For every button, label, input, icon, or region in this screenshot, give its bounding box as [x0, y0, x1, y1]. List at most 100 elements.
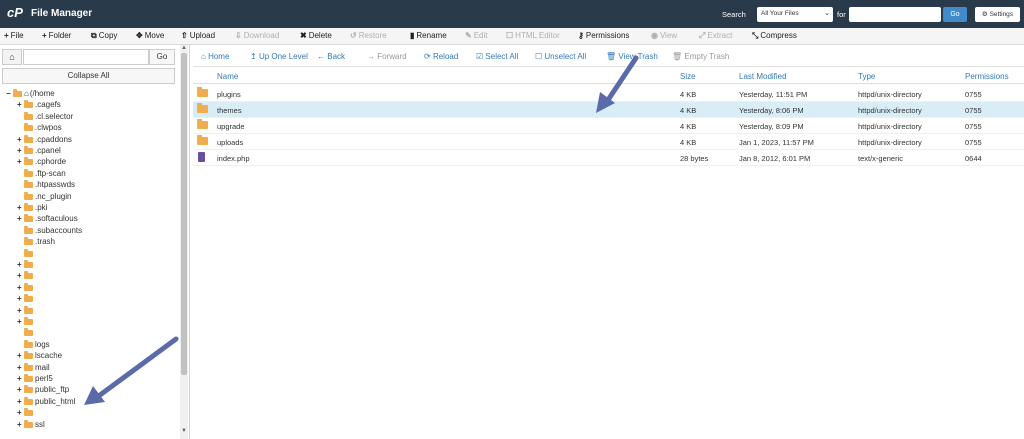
- tree-item[interactable]: .htpasswds: [17, 180, 75, 191]
- tree-item[interactable]: + public_html: [17, 396, 75, 408]
- expand-icon[interactable]: +: [17, 363, 24, 372]
- expand-icon[interactable]: +: [17, 351, 24, 360]
- nav-home-button[interactable]: ⌂ Home: [201, 52, 229, 61]
- tree-item[interactable]: + .pki: [17, 203, 47, 214]
- expand-icon[interactable]: +: [17, 100, 24, 109]
- tree-item[interactable]: +: [17, 271, 35, 282]
- table-row[interactable]: themes 4 KB Yesterday, 8:06 PM httpd/unix-d…: [193, 102, 1024, 118]
- html-editor-button[interactable]: ☐ HTML Editor: [506, 31, 560, 40]
- tree-item[interactable]: + .softaculous: [17, 214, 78, 225]
- expand-icon[interactable]: +: [17, 317, 24, 326]
- tree-item[interactable]: logs: [17, 339, 50, 351]
- select-all-button[interactable]: ☑ Select All: [476, 52, 518, 61]
- expand-icon[interactable]: +: [17, 420, 24, 429]
- tree-item[interactable]: + .cpanel: [17, 146, 61, 157]
- delete-button[interactable]: ✖ Delete: [300, 31, 332, 40]
- tree-item[interactable]: + .cpaddons: [17, 134, 72, 146]
- move-button[interactable]: ✥ Move: [136, 31, 164, 40]
- expand-icon[interactable]: +: [17, 385, 24, 394]
- expand-icon[interactable]: +: [17, 294, 24, 303]
- tree-item[interactable]: [17, 248, 35, 260]
- tree-item[interactable]: .subaccounts: [17, 225, 83, 237]
- tree-item[interactable]: .ftp-scan: [17, 168, 66, 180]
- eye-icon: ◉: [651, 31, 658, 40]
- expand-icon[interactable]: +: [17, 271, 24, 280]
- tree-item[interactable]: +: [17, 408, 35, 419]
- expand-icon[interactable]: +: [17, 408, 24, 417]
- folder-icon: [197, 119, 208, 129]
- table-row[interactable]: index.php 28 bytes Jan 8, 2012, 6:01 PM tex…: [193, 150, 1024, 166]
- extract-button[interactable]: ⤢ Extract: [699, 31, 732, 41]
- empty-trash-button[interactable]: 🗑 Empty Trash: [672, 52, 729, 61]
- tree-item[interactable]: .trash: [17, 237, 55, 248]
- expand-icon[interactable]: +: [17, 306, 24, 315]
- column-size[interactable]: Size: [680, 72, 696, 81]
- tree-item[interactable]: +: [17, 282, 35, 294]
- expand-icon[interactable]: +: [17, 203, 24, 212]
- tree-item[interactable]: .clwpos: [17, 123, 62, 134]
- tree-item-label: .softaculous: [35, 214, 78, 224]
- tree-item[interactable]: + perl5: [17, 374, 53, 385]
- collapse-icon[interactable]: −: [6, 89, 13, 98]
- column-name[interactable]: Name: [217, 72, 238, 81]
- copy-button[interactable]: ⧉ Copy: [91, 31, 117, 41]
- restore-button[interactable]: ↺ Restore: [350, 31, 387, 40]
- search-scope-select[interactable]: All Your Files ⌄: [757, 7, 833, 22]
- tree-item[interactable]: + ssl: [17, 419, 45, 431]
- expand-icon[interactable]: +: [17, 374, 24, 383]
- path-input[interactable]: [23, 49, 149, 65]
- tree-item[interactable]: [17, 328, 35, 339]
- collapse-all-button[interactable]: Collapse All: [2, 68, 175, 84]
- tree-item[interactable]: + mail: [17, 362, 50, 374]
- expand-icon[interactable]: +: [17, 157, 24, 166]
- expand-icon[interactable]: +: [17, 260, 24, 269]
- new-folder-button[interactable]: + Folder: [42, 31, 71, 40]
- tree-item[interactable]: − ⌂(/home: [6, 89, 55, 100]
- column-type[interactable]: Type: [858, 72, 875, 81]
- new-file-button[interactable]: + File: [4, 31, 24, 40]
- permissions-button[interactable]: ⚷ Permissions: [578, 31, 629, 40]
- tree-item-label: .subaccounts: [35, 225, 83, 235]
- table-row[interactable]: plugins 4 KB Yesterday, 11:51 PM httpd/unix…: [193, 86, 1024, 102]
- table-row[interactable]: uploads 4 KB Jan 1, 2023, 11:57 PM httpd/un…: [193, 134, 1024, 150]
- column-last-modified[interactable]: Last Modified: [739, 72, 787, 81]
- download-button[interactable]: ⇩ Download: [235, 31, 279, 40]
- expand-icon[interactable]: +: [17, 146, 24, 155]
- scroll-down-icon[interactable]: ▼: [181, 428, 187, 434]
- column-permissions[interactable]: Permissions: [965, 72, 1009, 81]
- expand-icon[interactable]: +: [17, 283, 24, 292]
- search-go-button[interactable]: Go: [943, 7, 967, 22]
- tree-item[interactable]: +: [17, 294, 35, 305]
- table-row[interactable]: upgrade 4 KB Yesterday, 8:09 PM httpd/unix-…: [193, 118, 1024, 134]
- tree-item[interactable]: + .cagefs: [17, 100, 61, 111]
- view-button[interactable]: ◉ View: [651, 31, 677, 40]
- home-icon[interactable]: ⌂: [2, 49, 22, 65]
- forward-button[interactable]: → Forward: [367, 52, 407, 61]
- expand-icon[interactable]: +: [17, 397, 24, 406]
- back-button[interactable]: ← Back: [317, 52, 345, 61]
- tree-item[interactable]: + .cphorde: [17, 157, 66, 168]
- up-one-level-button[interactable]: ↥ Up One Level: [250, 52, 308, 61]
- scroll-up-icon[interactable]: ▲: [181, 45, 187, 51]
- edit-button[interactable]: ✎ Edit: [465, 31, 488, 40]
- expand-icon[interactable]: +: [17, 135, 24, 144]
- scroll-thumb[interactable]: [181, 53, 187, 375]
- settings-button[interactable]: ⚙ Settings: [975, 7, 1020, 22]
- expand-icon[interactable]: +: [17, 214, 24, 223]
- reload-button[interactable]: ⟳ Reload: [424, 52, 458, 61]
- rename-button[interactable]: ▮ Rename: [410, 31, 447, 40]
- search-input[interactable]: [849, 7, 941, 22]
- tree-item[interactable]: .nc_plugin: [17, 191, 71, 203]
- unselect-all-button[interactable]: ☐ Unselect All: [535, 52, 586, 61]
- tree-item[interactable]: +: [17, 305, 35, 317]
- view-trash-button[interactable]: 🗑 View Trash: [606, 52, 658, 61]
- tree-item[interactable]: + public_ftp: [17, 385, 69, 396]
- compress-button[interactable]: ⤡ Compress: [752, 31, 797, 41]
- tree-item[interactable]: .cl.selector: [17, 111, 73, 123]
- tree-item[interactable]: +: [17, 317, 35, 328]
- tree-item[interactable]: + lscache: [17, 351, 62, 362]
- upload-button[interactable]: ⇧ Upload: [181, 31, 215, 40]
- tree-scrollbar[interactable]: ▲ ▼: [180, 45, 188, 439]
- path-go-button[interactable]: Go: [149, 49, 175, 65]
- tree-item[interactable]: +: [17, 260, 35, 271]
